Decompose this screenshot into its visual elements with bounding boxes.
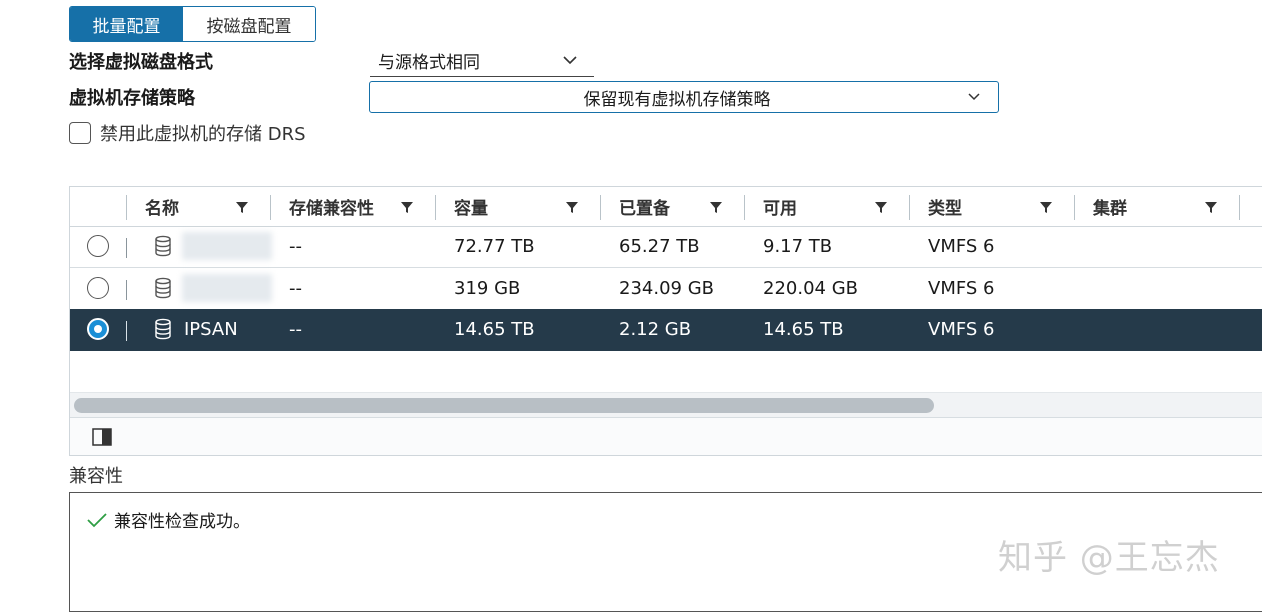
cell-provisioned: 65.27 TB bbox=[619, 236, 700, 257]
cell-provisioned: 2.12 GB bbox=[619, 319, 692, 340]
storage-policy-label: 虚拟机存储策略 bbox=[69, 88, 195, 109]
cell-compatibility: -- bbox=[289, 236, 302, 257]
filter-icon[interactable] bbox=[1204, 200, 1218, 214]
column-separator bbox=[126, 195, 127, 220]
chevron-down-icon bbox=[964, 87, 984, 107]
config-mode-toggle: 批量配置 按磁盘配置 bbox=[69, 6, 316, 42]
filter-icon[interactable] bbox=[709, 200, 723, 214]
datastore-icon bbox=[155, 318, 171, 340]
table-row[interactable]: -- 72.77 TB 65.27 TB 9.17 TB VMFS 6 bbox=[70, 226, 1262, 268]
column-separator[interactable] bbox=[744, 195, 745, 220]
horizontal-scrollbar[interactable] bbox=[70, 392, 1262, 417]
watermark: 知乎 @王忘杰 bbox=[998, 538, 1220, 578]
filter-icon[interactable] bbox=[235, 200, 249, 214]
cell-compatibility: -- bbox=[289, 278, 302, 299]
datastore-grid: 名称 存储兼容性 容量 已置备 可用 类型 集群 -- 72.77 TB 65.… bbox=[69, 186, 1262, 456]
cell-capacity: 319 GB bbox=[454, 278, 521, 299]
disk-format-select[interactable]: 与源格式相同 bbox=[370, 45, 594, 77]
grid-footer bbox=[70, 417, 1262, 455]
redacted-name bbox=[182, 274, 272, 302]
table-row[interactable]: -- 319 GB 234.09 GB 220.04 GB VMFS 6 bbox=[70, 268, 1262, 310]
disable-drs-option[interactable]: 禁用此虚拟机的存储 DRS bbox=[69, 120, 306, 146]
cell-type: VMFS 6 bbox=[928, 278, 995, 299]
redacted-name bbox=[182, 232, 272, 260]
grid-header: 名称 存储兼容性 容量 已置备 可用 类型 集群 bbox=[70, 187, 1262, 227]
per-disk-config-tab[interactable]: 按磁盘配置 bbox=[183, 7, 315, 41]
row-radio-selected[interactable] bbox=[87, 318, 109, 340]
batch-config-tab[interactable]: 批量配置 bbox=[70, 7, 183, 41]
disk-format-label: 选择虚拟磁盘格式 bbox=[69, 52, 213, 73]
cell-capacity: 14.65 TB bbox=[454, 319, 535, 340]
filter-icon[interactable] bbox=[565, 200, 579, 214]
row-radio[interactable] bbox=[87, 277, 109, 299]
cell-free: 9.17 TB bbox=[763, 236, 833, 257]
compatibility-label: 兼容性 bbox=[69, 466, 123, 487]
column-header-free[interactable]: 可用 bbox=[763, 187, 797, 226]
cell-free: 14.65 TB bbox=[763, 319, 844, 340]
column-separator[interactable] bbox=[1074, 195, 1075, 220]
chevron-down-icon bbox=[560, 51, 580, 71]
column-header-cluster[interactable]: 集群 bbox=[1093, 187, 1127, 226]
column-separator[interactable] bbox=[435, 195, 436, 220]
cell-capacity: 72.77 TB bbox=[454, 236, 535, 257]
filter-icon[interactable] bbox=[400, 200, 414, 214]
row-separator bbox=[126, 321, 127, 341]
filter-icon[interactable] bbox=[1039, 200, 1053, 214]
column-toggle-icon[interactable] bbox=[92, 428, 112, 446]
disk-format-value: 与源格式相同 bbox=[378, 53, 480, 73]
row-separator bbox=[126, 280, 127, 300]
cell-name: IPSAN bbox=[184, 319, 238, 340]
storage-policy-value: 保留现有虚拟机存储策略 bbox=[583, 89, 771, 110]
column-separator[interactable] bbox=[600, 195, 601, 220]
column-separator[interactable] bbox=[1239, 195, 1240, 220]
column-header-type[interactable]: 类型 bbox=[928, 187, 962, 226]
table-row-selected[interactable]: IPSAN -- 14.65 TB 2.12 GB 14.65 TB VMFS … bbox=[70, 309, 1262, 351]
check-icon bbox=[87, 512, 107, 527]
row-separator bbox=[126, 238, 127, 258]
datastore-icon bbox=[155, 277, 171, 299]
cell-compatibility: -- bbox=[289, 319, 302, 340]
cell-free: 220.04 GB bbox=[763, 278, 859, 299]
column-header-compatibility[interactable]: 存储兼容性 bbox=[289, 187, 374, 226]
filter-icon[interactable] bbox=[874, 200, 888, 214]
cell-type: VMFS 6 bbox=[928, 319, 995, 340]
column-separator[interactable] bbox=[270, 195, 271, 220]
disable-drs-checkbox[interactable] bbox=[69, 122, 91, 144]
compatibility-message-text: 兼容性检查成功。 bbox=[114, 512, 250, 532]
datastore-icon bbox=[155, 235, 171, 257]
column-header-capacity[interactable]: 容量 bbox=[454, 187, 488, 226]
column-header-provisioned[interactable]: 已置备 bbox=[619, 187, 670, 226]
disable-drs-label: 禁用此虚拟机的存储 DRS bbox=[100, 124, 306, 145]
cell-type: VMFS 6 bbox=[928, 236, 995, 257]
cell-provisioned: 234.09 GB bbox=[619, 278, 715, 299]
row-radio[interactable] bbox=[87, 235, 109, 257]
column-header-name[interactable]: 名称 bbox=[145, 187, 179, 226]
column-separator[interactable] bbox=[909, 195, 910, 220]
storage-policy-select[interactable]: 保留现有虚拟机存储策略 bbox=[369, 81, 999, 113]
scrollbar-thumb[interactable] bbox=[74, 398, 934, 413]
compatibility-message: 兼容性检查成功。 bbox=[86, 507, 250, 532]
